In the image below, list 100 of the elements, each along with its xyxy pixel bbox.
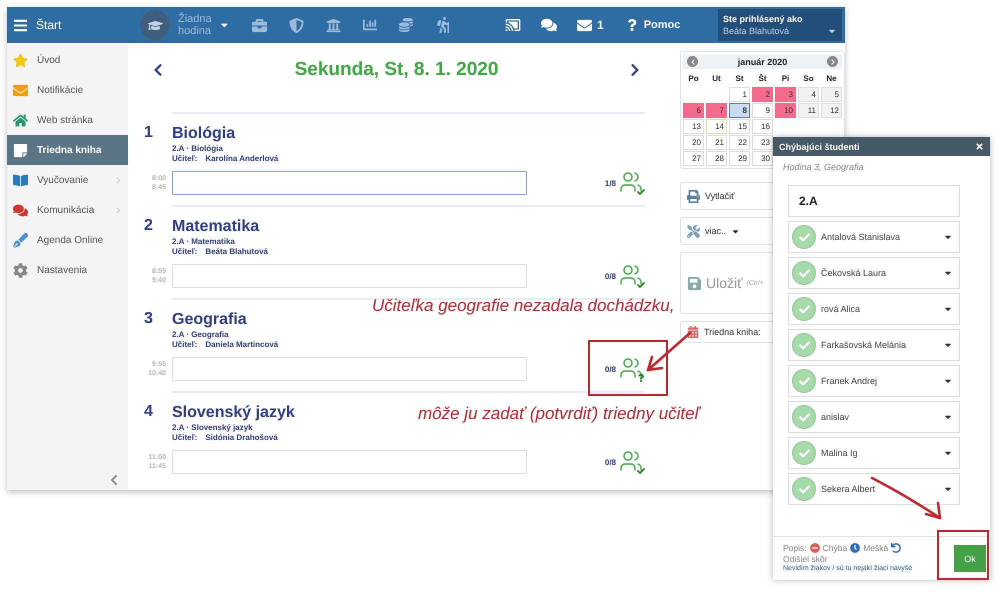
dialog-title: Chýbajúci študenti [779, 142, 860, 152]
calendar-day[interactable]: 14 [706, 119, 727, 134]
annotation-arrow [646, 332, 692, 372]
coin-icon[interactable] [399, 18, 413, 32]
sidebar-item[interactable]: Notifikácie [7, 75, 128, 105]
menu-icon[interactable] [13, 18, 28, 32]
next-month-icon[interactable] [827, 56, 838, 67]
class-subject: 2.A · Slovenský jazyk [172, 423, 253, 433]
help-icon[interactable] [626, 19, 638, 31]
mail-icon[interactable] [577, 18, 592, 32]
calendar-day[interactable]: 12 [821, 103, 842, 118]
shield-icon[interactable] [289, 18, 304, 32]
attendance-icon[interactable] [619, 356, 645, 382]
sidebar-item[interactable]: Vyučovanie [7, 165, 128, 195]
calendar-day[interactable]: 22 [729, 135, 750, 150]
sidebar-item[interactable]: Agenda Online [7, 225, 128, 255]
lesson-subject: Biológia [172, 124, 236, 144]
calendar-day[interactable]: 1 [729, 87, 750, 102]
chat-icon[interactable] [541, 17, 557, 33]
sidebar-item[interactable]: Úvod [7, 45, 128, 75]
calendar-day[interactable]: 10 [775, 103, 796, 118]
calendar-day[interactable]: 30 [752, 151, 773, 166]
user-menu[interactable]: Ste prihlásený ako Beáta Blahutová [718, 9, 842, 41]
calendar-day[interactable]: 27 [683, 151, 704, 166]
teacher-name: Daniela Martincová [205, 340, 278, 350]
student-row[interactable]: Malina Ig [788, 437, 960, 469]
calendar-day[interactable]: 20 [683, 135, 704, 150]
teacher-name: Sidónia Drahošová [205, 433, 278, 443]
calendar-day[interactable]: 2 [752, 87, 773, 102]
bar-chart-icon[interactable] [363, 18, 377, 32]
close-icon[interactable] [975, 142, 984, 151]
check-icon [637, 188, 645, 196]
attendance-icon[interactable] [619, 449, 645, 475]
calendar-day[interactable]: 6 [683, 103, 704, 118]
calendar-day[interactable]: 3 [775, 87, 796, 102]
collapse-icon[interactable] [108, 474, 120, 486]
attendance-icon[interactable] [619, 263, 645, 289]
chevron-icon [115, 206, 122, 214]
calendar-day[interactable]: 21 [706, 135, 727, 150]
weekday-label: Pi [780, 73, 790, 85]
legend-label: Popis: [783, 543, 807, 553]
calendar-day[interactable]: 13 [683, 119, 704, 134]
attendance-icon[interactable] [619, 170, 645, 196]
calendar-day[interactable]: 11 [798, 103, 819, 118]
calendar-day[interactable]: 8 [729, 103, 750, 118]
check-icon [792, 333, 816, 357]
sidebar-item[interactable]: Triedna kniha [7, 135, 128, 165]
calendar-day[interactable]: 15 [729, 119, 750, 134]
legend-text: Chýba [822, 543, 848, 553]
student-row[interactable]: Čekovská Laura [788, 257, 960, 289]
attendance-count: 1/8 [604, 178, 616, 188]
calendar-day[interactable]: 5 [821, 87, 842, 102]
calendar-day[interactable]: 4 [798, 87, 819, 102]
calendar-day[interactable]: 16 [752, 119, 773, 134]
highlight-frame [937, 530, 989, 580]
weekday-label: Ne [825, 73, 838, 85]
legend-text: Odišiel skôr [783, 554, 828, 564]
student-row[interactable]: Franek Andrej [788, 365, 960, 397]
house-icon [13, 112, 28, 128]
topic-input[interactable] [172, 171, 527, 195]
calendar-day[interactable]: 28 [706, 151, 727, 166]
student-row[interactable]: Sekera Albert [788, 473, 960, 505]
student-row[interactable]: Farkašovská Melánia [788, 329, 960, 361]
weekday-label: So [802, 73, 815, 85]
lesson-number: 2 [144, 217, 153, 235]
previous-month-icon[interactable] [687, 56, 698, 67]
calendar-day[interactable]: 9 [752, 103, 773, 118]
annotation-text: Učiteľka geografie nezadala dochádzku, [372, 296, 674, 316]
teacher-label: Učiteľ: [172, 154, 198, 164]
weekday-label: Št [758, 72, 768, 85]
cast-icon[interactable] [505, 17, 521, 33]
student-row[interactable]: rová Alica [788, 293, 960, 325]
student-row[interactable]: Antalová Stanislava [788, 221, 960, 253]
weekday-label: Po [687, 73, 700, 85]
day-title: Sekunda, St, 8. 1. 2020 [294, 58, 498, 80]
start-label[interactable]: Štart [36, 18, 62, 32]
calendar-day[interactable]: 7 [706, 103, 727, 118]
bank-icon[interactable] [326, 18, 341, 32]
briefcase-icon[interactable] [252, 18, 267, 32]
teacher-label: Učiteľ: [172, 433, 198, 443]
sidebar-item[interactable]: Komunikácia [7, 195, 128, 225]
help-link[interactable]: Pomoc [644, 19, 680, 31]
calendar-day[interactable]: 29 [729, 151, 750, 166]
save-icon [687, 276, 702, 290]
check-icon [792, 225, 816, 249]
annotation-text: môže ju zadať (potvrdiť) triedny učiteľ [418, 404, 700, 424]
hiking-icon[interactable] [435, 17, 451, 33]
check-icon [792, 261, 816, 285]
student-row[interactable]: anislav [788, 401, 960, 433]
calendar-day[interactable]: 23 [752, 135, 773, 150]
graduation-cap-icon[interactable] [140, 10, 170, 40]
star-icon [13, 52, 28, 68]
teacher-label: Učiteľ: [172, 340, 198, 350]
check-icon [792, 441, 816, 465]
sidebar-item[interactable]: Web stránka [7, 105, 128, 135]
check-icon [792, 405, 816, 429]
sidebar-item[interactable]: Nastavenia [7, 255, 128, 285]
teacher-name: Karolína Anderlová [205, 154, 278, 164]
class-name: 2.A [788, 185, 960, 217]
calendar-month: január 2020 [738, 56, 788, 66]
